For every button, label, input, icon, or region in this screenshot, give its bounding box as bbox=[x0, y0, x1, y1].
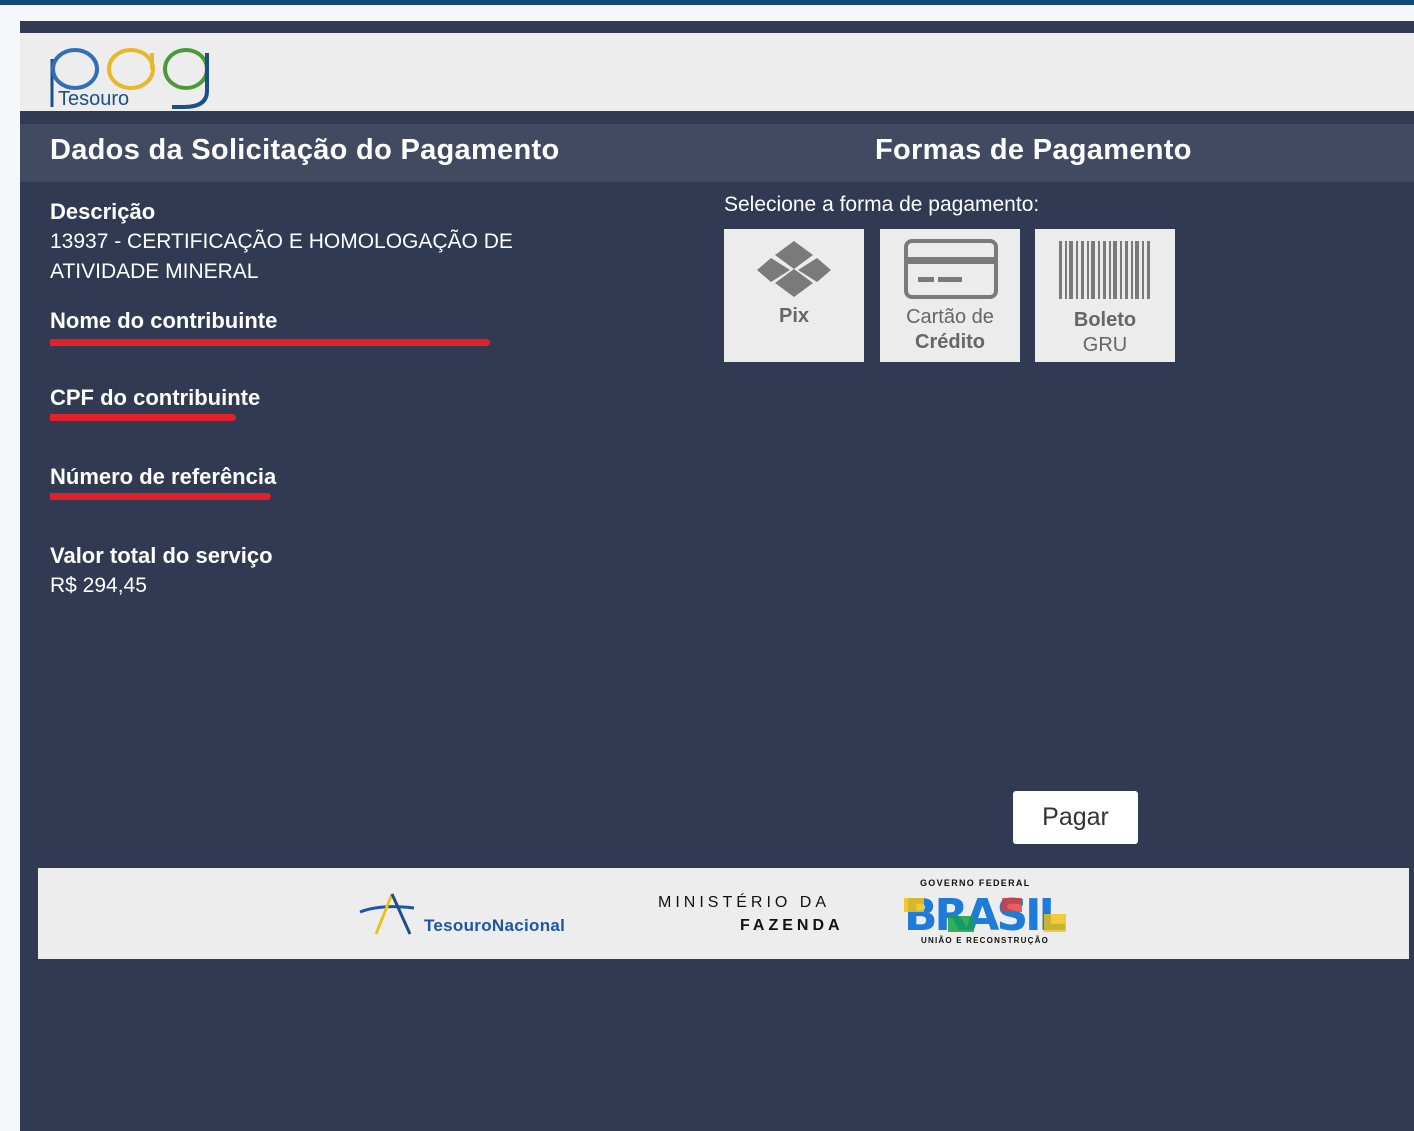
brasil-logo: BRASIL bbox=[904, 894, 1069, 934]
credit-card-label-line1: Cartão de bbox=[906, 306, 994, 328]
logo-sub-text: Tesouro bbox=[58, 88, 129, 109]
valor-value: R$ 294,45 bbox=[50, 574, 147, 597]
nome-field: Nome do contribuinte bbox=[50, 306, 650, 366]
payment-option-boleto[interactable]: Boleto GRU bbox=[1035, 229, 1175, 362]
payment-option-pix[interactable]: Pix bbox=[724, 229, 864, 362]
section-title-details: Dados da Solicitação do Pagamento bbox=[50, 134, 560, 166]
valor-label: Valor total do serviço bbox=[50, 543, 273, 568]
credit-card-icon bbox=[904, 239, 998, 299]
section-title-payment: Formas de Pagamento bbox=[875, 134, 1192, 166]
tesouro-nacional-logo-mark bbox=[359, 893, 415, 935]
tesouro-nacional-text: TesouroNacional bbox=[424, 916, 566, 935]
pagar-button[interactable]: Pagar bbox=[1013, 791, 1138, 844]
descricao-label: Descrição bbox=[50, 199, 156, 224]
payment-option-credit-card[interactable]: Cartão de Crédito bbox=[880, 229, 1020, 362]
credit-card-label-line2: Crédito bbox=[915, 331, 985, 353]
referencia-value-redacted bbox=[50, 492, 650, 522]
pix-label: Pix bbox=[778, 305, 810, 327]
boleto-label-line1: Boleto bbox=[1073, 309, 1137, 331]
valor-field: Valor total do serviço R$ 294,45 bbox=[50, 541, 650, 601]
uniao-reconstrucao-text: UNIÃO E RECONSTRUÇÃO bbox=[921, 936, 1050, 945]
governo-federal-text: GOVERNO FEDERAL bbox=[920, 878, 1031, 888]
redaction-mark bbox=[50, 414, 236, 421]
footer-logos: TesouroNacional MINISTÉRIO DA FAZENDA GO… bbox=[38, 868, 1409, 959]
section-headers-band: Dados da Solicitação do Pagamento Formas… bbox=[20, 124, 1414, 182]
barcode-icon bbox=[1059, 241, 1150, 299]
descricao-value-line1: 13937 - CERTIFICAÇÃO E HOMOLOGAÇÃO DE bbox=[50, 230, 513, 253]
ministerio-line1: MINISTÉRIO DA bbox=[658, 894, 831, 911]
redaction-mark bbox=[50, 493, 271, 500]
referencia-label: Número de referência bbox=[50, 464, 277, 489]
payment-prompt: Selecione a forma de pagamento: bbox=[724, 193, 1040, 216]
header: Tesouro bbox=[20, 33, 1414, 111]
descricao-field: Descrição 13937 - CERTIFICAÇÃO E HOMOLOG… bbox=[50, 197, 650, 287]
boleto-label-line2: GRU bbox=[1082, 334, 1128, 356]
brasil-word: BRASIL bbox=[904, 894, 1066, 934]
ministerio-line2: FAZENDA bbox=[740, 917, 844, 934]
nome-label: Nome do contribuinte bbox=[50, 308, 278, 333]
payment-page: Tesouro Dados da Solicitação do Pagament… bbox=[20, 21, 1414, 1131]
redaction-mark bbox=[50, 339, 490, 346]
nome-value-redacted bbox=[50, 336, 650, 366]
cpf-field: CPF do contribuinte bbox=[50, 383, 650, 443]
pagtesouro-logo: Tesouro bbox=[50, 48, 209, 109]
cpf-label: CPF do contribuinte bbox=[50, 385, 261, 410]
descricao-value-line2: ATIVIDADE MINERAL bbox=[50, 260, 259, 283]
referencia-field: Número de referência bbox=[50, 462, 650, 522]
top-accent-bar bbox=[0, 0, 1414, 5]
request-details: Descrição 13937 - CERTIFICAÇÃO E HOMOLOG… bbox=[50, 197, 650, 601]
pix-icon bbox=[757, 241, 831, 297]
cpf-value-redacted bbox=[50, 413, 650, 443]
